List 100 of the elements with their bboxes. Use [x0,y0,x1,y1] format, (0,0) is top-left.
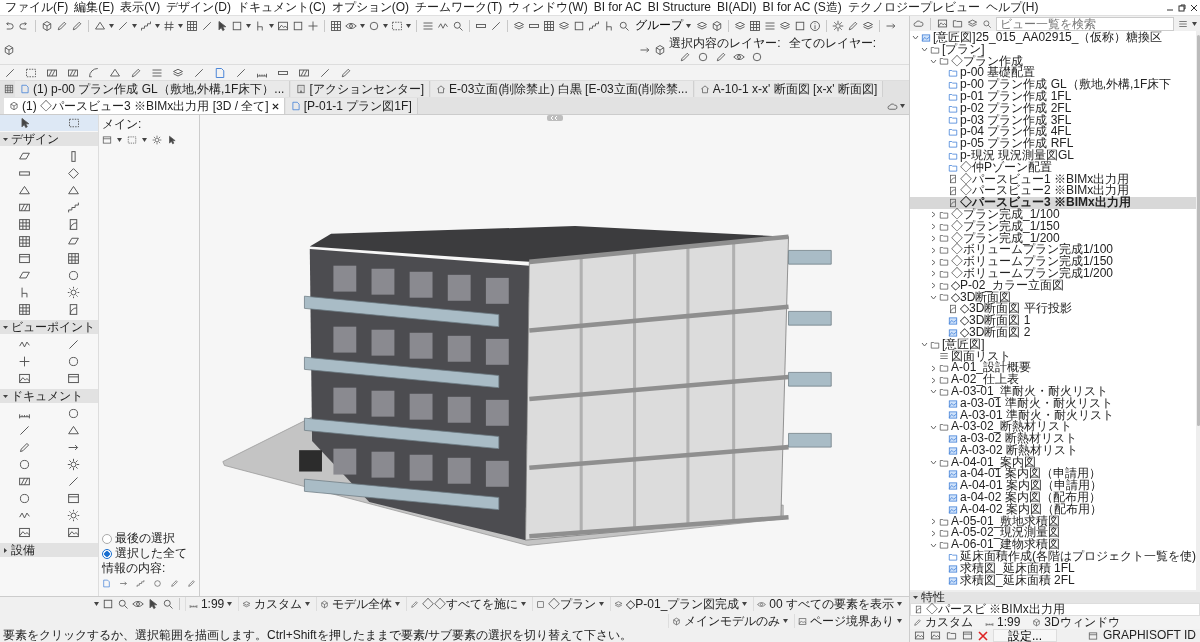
menu-item[interactable]: ファイル(F) [2,0,72,15]
line-icon[interactable] [18,424,31,437]
hatch-icon[interactable] [67,66,79,79]
pen-icon[interactable] [847,19,859,32]
tree-item[interactable]: ◇ボリュームプラン完成1/200 [910,267,1196,280]
steps-icon[interactable] [136,579,145,588]
hatch-icon[interactable] [18,201,31,214]
view-option-dropdown[interactable]: メインモデルのみ [668,614,791,628]
tree-item[interactable]: [意匠図] [910,338,1196,351]
pen-icon[interactable] [130,66,142,79]
caret-icon[interactable] [178,23,183,28]
tree-item[interactable]: a-04-02 案内図（配布用） [910,492,1196,504]
caret-icon[interactable] [900,104,905,108]
pointer-icon[interactable] [18,117,31,129]
circle-icon[interactable] [18,458,31,471]
line-icon[interactable] [67,338,80,351]
hatch-icon[interactable] [18,475,31,488]
chevron-icon[interactable] [930,58,937,65]
caret-icon[interactable] [406,23,411,28]
caret-icon[interactable] [132,23,137,28]
caret-icon[interactable] [1192,21,1197,26]
window-icon[interactable] [67,372,80,385]
menu-item[interactable]: テクノロジープレビュー [844,0,983,15]
sun-icon[interactable] [67,509,80,522]
menu-item[interactable]: BI(ADI) [714,0,760,15]
view-option-dropdown[interactable]: ページ境界あり [794,614,905,628]
circle-icon[interactable] [67,269,80,282]
diamond-icon[interactable] [67,167,80,180]
menu-item[interactable]: 表示(V) [117,0,164,15]
arc-icon[interactable] [88,66,100,79]
view-tab[interactable]: [アクションセンター] [291,81,431,97]
radio-button[interactable] [102,548,112,559]
steps-icon[interactable] [588,19,600,32]
pen-icon[interactable] [340,66,352,79]
menu-item[interactable]: ドキュメント(C) [234,0,329,15]
window-icon[interactable] [67,492,80,505]
tree-item[interactable]: ◇パースビュー3 ※BIMx出力用 [910,197,1196,209]
marquee-icon[interactable] [67,117,80,129]
tree-item[interactable]: A-03-02 断熱材リスト [910,444,1196,457]
view-option-dropdown[interactable]: モデル全体 [316,597,404,611]
view-option-dropdown[interactable]: ◇プラン [532,597,608,611]
dashed-icon[interactable] [391,19,403,32]
close-icon[interactable] [1190,3,1198,12]
cube-icon[interactable] [711,19,723,32]
caret-icon[interactable] [117,138,122,142]
cursor-icon[interactable] [167,135,177,145]
steps-icon[interactable] [67,201,80,214]
window-icon[interactable] [1087,630,1098,641]
magnifier-icon[interactable] [161,598,174,610]
grid-icon[interactable] [18,235,31,248]
tree-item[interactable]: p-03 プラン作成 3FL [910,114,1196,127]
grid-icon[interactable] [67,252,80,265]
tree-item[interactable]: ◇3D断面図 1 [910,315,1196,327]
caret-icon[interactable] [142,138,147,142]
layers-icon[interactable] [513,19,525,32]
view-tab[interactable]: (1) p-00 プラン作成 GL（敷地,外構,1F床下）... [15,81,291,97]
toolbox-section-header[interactable]: ビューポイント [0,320,98,334]
steps-icon[interactable] [140,19,152,32]
pen-icon[interactable] [18,441,31,454]
grid-icon[interactable] [4,84,14,94]
close-icon[interactable] [271,102,279,110]
chevron-icon[interactable] [930,211,937,219]
line-icon[interactable] [201,19,213,32]
view-option-dropdown[interactable]: ◇P-01_プラン図完成 [610,597,751,611]
tree-item[interactable]: 求積図_延床面積 2FL [910,574,1196,587]
parallelogram-icon[interactable] [18,150,31,163]
settings-button[interactable]: 設定... [993,629,1057,642]
chevron-icon[interactable] [930,234,937,242]
tree-item[interactable]: A-04-02 案内図（配布用） [910,503,1196,516]
scrollbar-thumb[interactable] [1197,35,1200,427]
dashed-icon[interactable] [25,66,37,79]
picture-icon[interactable] [914,630,925,641]
magnifier-icon[interactable] [618,19,630,32]
door-icon[interactable] [67,218,80,231]
layers-icon[interactable] [696,19,708,32]
tree-item[interactable]: p-00 プラン作成 GL（敷地,外構,1F床下 [910,79,1196,91]
triangle-icon[interactable] [109,66,121,79]
menu-icon[interactable] [1178,18,1188,29]
pen-icon[interactable] [679,51,692,63]
layers-icon[interactable] [779,19,791,32]
caret-icon[interactable] [155,23,160,28]
view-option-dropdown[interactable]: 1:99 [184,597,236,611]
cloud-icon[interactable] [913,18,924,29]
radio-button[interactable] [102,533,112,544]
view-tab[interactable]: (1) ◇パースビュー3 ※BIMx出力用 [3D / 全て] [4,98,285,114]
square-icon[interactable] [101,598,114,610]
tree-item[interactable]: A-05-01_敷地求積図 [910,515,1196,528]
cube-icon[interactable] [3,43,15,56]
tree-item[interactable]: p-現況 現況測量図GL [910,149,1196,162]
layers-icon[interactable] [862,19,874,32]
view-option-dropdown[interactable]: 00 すべての要素を表示 [753,597,905,611]
caret-icon[interactable] [269,23,274,28]
magnifier-icon[interactable] [452,19,464,32]
tree-item[interactable]: 延床面積作成(各階はプロジェクト一覧を使) [910,551,1196,563]
layers-icon[interactable] [558,19,570,32]
cube-icon[interactable] [654,43,667,56]
tree-item[interactable]: [プラン] [910,43,1196,56]
parallelogram-icon[interactable] [18,269,31,282]
chevron-icon[interactable] [921,46,928,54]
chevron-icon[interactable] [912,34,919,42]
